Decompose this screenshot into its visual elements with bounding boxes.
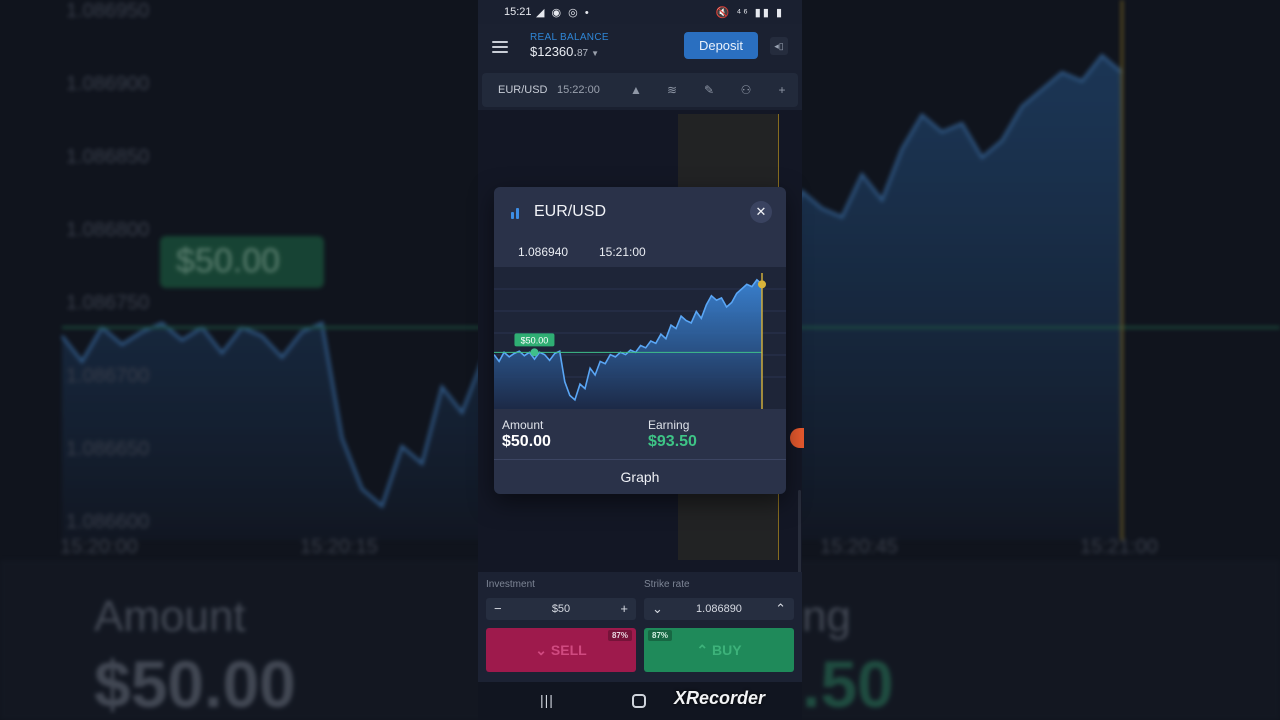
trade-panel: Investment − $50 + Strike rate ⌄ 1.08689… [478, 572, 802, 682]
chart-type-icon[interactable]: ▲ [628, 82, 644, 98]
recent-apps-icon[interactable]: ||| [540, 692, 554, 708]
sell-label: ⌄ SELL [535, 642, 587, 658]
background-x-tick: 15:20:15 [300, 536, 378, 558]
graph-button[interactable]: Graph [494, 460, 786, 494]
modal-price: 1.086940 [518, 245, 569, 259]
trade-chart: $50.00 [494, 267, 786, 409]
deposit-button[interactable]: Deposit [684, 32, 758, 59]
buy-payout: 87% [648, 630, 673, 641]
background-y-tick: 1.086700 [66, 365, 150, 387]
earning-label: Earning [648, 418, 690, 432]
background-x-tick: 15:20:45 [820, 536, 898, 558]
modal-title: EUR/USD [534, 203, 607, 220]
status-time: 15:21 [504, 6, 532, 18]
chart-toolbar: EUR/USD 15:22:00 ▲ ≋ ✎ ⚇ + [482, 73, 798, 107]
background-y-tick: 1.086800 [66, 219, 150, 241]
app-header: REAL BALANCE $12360.87 ▼ Deposit ◂▯ [478, 24, 802, 70]
strike-rate-stepper[interactable]: ⌄ 1.086890 ⌃ [644, 598, 794, 620]
background-amount-label: Amount [94, 592, 246, 641]
notification-icons: ◢ ◉ ◎ • [536, 7, 591, 19]
asset-logo-icon [510, 207, 522, 219]
strike-rate-label: Strike rate [644, 579, 690, 590]
close-icon[interactable]: ✕ [750, 201, 772, 223]
buy-label: ⌃ BUY [696, 642, 742, 658]
balance-selector[interactable]: $12360.87 ▼ [530, 44, 599, 59]
status-bar: 15:21 ◢ ◉ ◎ • 🔇 ⁴⁶ ▮▮ ▮ [478, 0, 802, 24]
indicators-icon[interactable]: ≋ [664, 82, 680, 98]
background-y-tick: 1.086650 [66, 438, 150, 460]
background-strike-badge: $50.00 [160, 236, 324, 288]
background-y-tick: 1.086750 [66, 292, 150, 314]
background-earning-value: .50 [802, 647, 894, 720]
background-x-tick: 15:20:00 [60, 536, 138, 558]
hamburger-menu-icon[interactable] [492, 41, 508, 53]
background-y-tick: 1.086900 [66, 73, 150, 95]
investment-stepper[interactable]: − $50 + [486, 598, 636, 620]
investment-value: $50 [551, 603, 571, 615]
background-y-tick: 1.086850 [66, 146, 150, 168]
screen: 1.086950 1.086900 1.086850 1.086800 1.086750… [0, 0, 1280, 720]
caret-down-icon: ▼ [591, 49, 600, 58]
balance-main: $12360. [530, 44, 577, 59]
asset-pair-selector[interactable]: EUR/USD [498, 84, 548, 96]
edge-indicator-icon [790, 428, 804, 448]
background-earning-label: ng [802, 592, 851, 641]
strike-rate-value: 1.086890 [696, 603, 742, 615]
android-navbar: ||| XRecorder [478, 682, 802, 720]
recorder-watermark: XRecorder [674, 688, 766, 708]
buy-button[interactable]: ⌃ BUY 87% [644, 628, 794, 672]
add-icon[interactable]: + [774, 82, 790, 98]
trade-result-modal: EUR/USD ✕ 1.086940 15:21:00 $50.00 Amoun… [494, 187, 786, 494]
system-status-icons: 🔇 ⁴⁶ ▮▮ ▮ [715, 7, 784, 19]
balance-cents: 87 [577, 48, 589, 59]
strike-up-icon[interactable]: ⌃ [775, 601, 786, 617]
sell-button[interactable]: ⌄ SELL 87% [486, 628, 636, 672]
exit-icon[interactable]: ◂▯ [770, 37, 788, 55]
increase-investment-button[interactable]: + [620, 601, 628, 616]
background-y-tick: 1.086950 [66, 0, 150, 22]
amount-value: $50.00 [502, 433, 551, 450]
current-price-point [758, 280, 766, 289]
sell-payout: 87% [607, 630, 632, 641]
investment-label: Investment [486, 579, 535, 590]
expiry-time[interactable]: 15:22:00 [557, 84, 600, 96]
background-y-tick: 1.086600 [66, 511, 150, 533]
entry-point [530, 348, 539, 357]
drawing-tools-icon[interactable]: ✎ [701, 82, 717, 98]
modal-time: 15:21:00 [599, 245, 646, 259]
social-trading-icon[interactable]: ⚇ [738, 82, 754, 98]
earning-value: $93.50 [648, 433, 697, 450]
background-amount-value: $50.00 [94, 647, 296, 720]
home-icon[interactable] [632, 694, 646, 708]
amount-label: Amount [502, 418, 544, 432]
strike-badge-label: $50.00 [521, 335, 549, 345]
background-x-tick: 15:21:00 [1080, 536, 1158, 558]
balance-label: REAL BALANCE [530, 32, 609, 43]
